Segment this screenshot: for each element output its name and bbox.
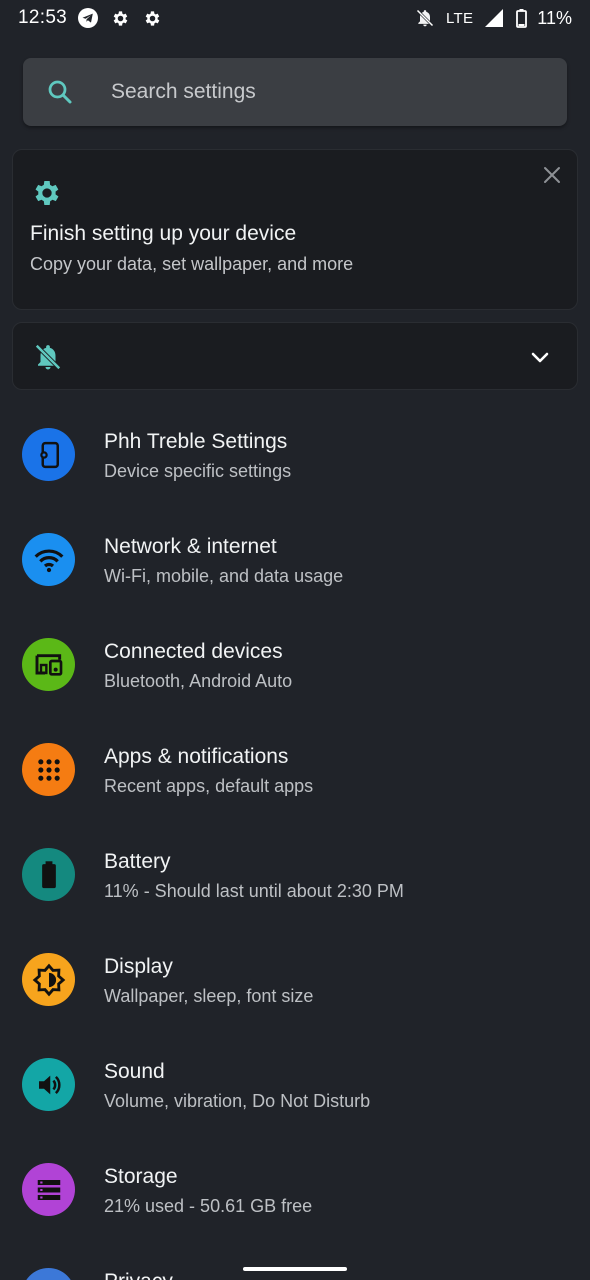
settings-item-title: Display [104, 955, 173, 978]
gear-icon [109, 7, 131, 29]
settings-item-title: Storage [104, 1165, 178, 1188]
search-icon [45, 77, 75, 107]
condition-bar[interactable] [12, 322, 578, 390]
settings-item-phh-treble[interactable]: Phh Treble Settings Device specific sett… [0, 391, 590, 496]
settings-item-title: Connected devices [104, 640, 283, 663]
search-bar[interactable]: Search settings [23, 58, 567, 126]
suggestion-subtitle: Copy your data, set wallpaper, and more [30, 254, 354, 274]
settings-item-storage[interactable]: Storage 21% used - 50.61 GB free [0, 1126, 590, 1231]
settings-item-title: Battery [104, 850, 171, 873]
telegram-icon [77, 7, 99, 29]
settings-item-subtitle: Device specific settings [104, 461, 292, 481]
settings-item-title: Phh Treble Settings [104, 430, 288, 453]
settings-item-subtitle: Recent apps, default apps [104, 776, 314, 796]
settings-item-connected-devices[interactable]: Connected devices Bluetooth, Android Aut… [0, 601, 590, 706]
suggestion-card[interactable]: Finish setting up your device Copy your … [12, 149, 578, 310]
settings-item-sound[interactable]: Sound Volume, vibration, Do Not Disturb [0, 1021, 590, 1126]
settings-item-apps[interactable]: Apps & notifications Recent apps, defaul… [0, 706, 590, 811]
gear-icon [31, 177, 63, 209]
settings-item-display[interactable]: Display Wallpaper, sleep, font size [0, 916, 590, 1021]
wifi-icon [22, 533, 75, 586]
battery-icon [22, 848, 75, 901]
apps-icon [22, 743, 75, 796]
settings-item-subtitle: 11% - Should last until about 2:30 PM [104, 881, 404, 901]
notifications-off-icon [33, 342, 63, 372]
settings-item-subtitle: Bluetooth, Android Auto [104, 671, 293, 691]
phone-settings-icon [22, 428, 75, 481]
privacy-icon [22, 1268, 75, 1280]
status-bar: 12:53 LTE 11% [0, 0, 590, 36]
settings-list: Phh Treble Settings Device specific sett… [0, 391, 590, 1280]
search-placeholder: Search settings [111, 80, 256, 103]
volume-icon [22, 1058, 75, 1111]
gesture-nav-bar[interactable] [243, 1267, 347, 1271]
status-bar-right: LTE 11% [414, 7, 572, 29]
settings-screen: 12:53 LTE 11% Search settings Finish set… [0, 0, 590, 1280]
settings-item-title: Apps & notifications [104, 745, 289, 768]
chevron-down-icon[interactable] [529, 346, 551, 368]
status-bar-left: 12:53 [18, 7, 163, 29]
settings-item-subtitle: Wallpaper, sleep, font size [104, 986, 314, 1006]
status-time: 12:53 [18, 7, 68, 28]
network-type: LTE [446, 9, 474, 27]
storage-icon [22, 1163, 75, 1216]
settings-item-subtitle: Volume, vibration, Do Not Disturb [104, 1091, 371, 1111]
close-icon[interactable] [541, 164, 563, 186]
battery-percent: 11% [537, 7, 572, 28]
signal-icon [483, 7, 505, 29]
settings-item-network[interactable]: Network & internet Wi-Fi, mobile, and da… [0, 496, 590, 601]
settings-item-title: Network & internet [104, 535, 277, 558]
settings-item-title: Sound [104, 1060, 165, 1083]
gear-icon [141, 7, 163, 29]
battery-icon [515, 7, 527, 29]
settings-item-title: Privacy [104, 1270, 173, 1280]
settings-item-battery[interactable]: Battery 11% - Should last until about 2:… [0, 811, 590, 916]
settings-item-privacy[interactable]: Privacy [0, 1231, 590, 1280]
brightness-icon [22, 953, 75, 1006]
notifications-off-icon [414, 7, 436, 29]
settings-item-subtitle: 21% used - 50.61 GB free [104, 1196, 313, 1216]
settings-item-subtitle: Wi-Fi, mobile, and data usage [104, 566, 344, 586]
devices-icon [22, 638, 75, 691]
suggestion-title: Finish setting up your device [30, 222, 297, 245]
